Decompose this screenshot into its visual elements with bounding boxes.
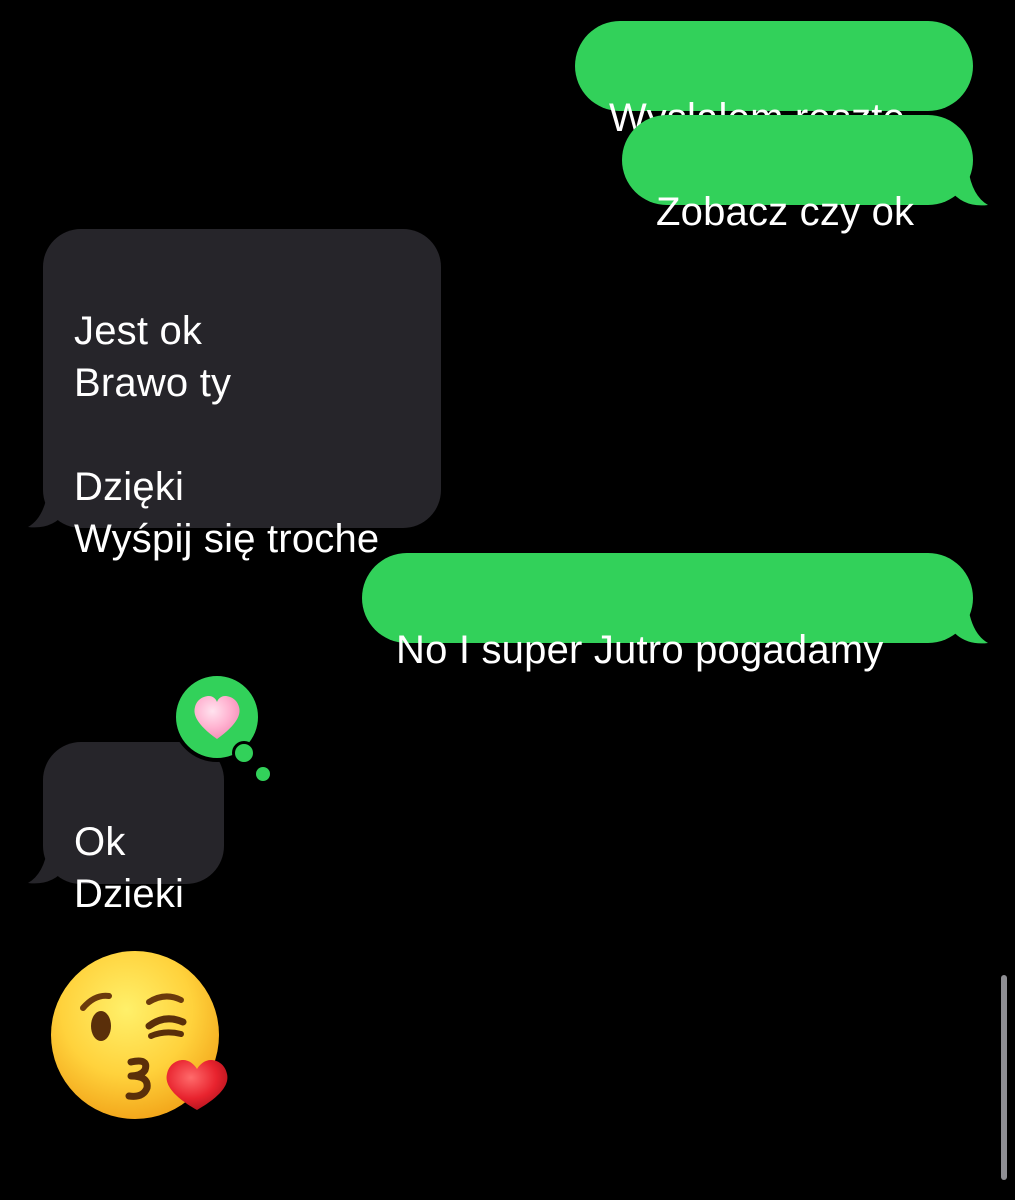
message-text: No I super Jutro pogadamy [396,628,884,672]
scroll-indicator[interactable] [1001,975,1007,1180]
message-text: Ok Dzieki [74,820,185,916]
received-bubble-tail [28,490,66,528]
reaction-tapback-dot [256,767,270,781]
sent-message-bubble[interactable]: Zobacz czy ok [622,115,973,234]
message-text: Jest ok Brawo ty Dzięki Wyśpij się troch… [74,309,380,561]
received-message-bubble[interactable]: Jest ok Brawo ty Dzięki Wyśpij się troch… [43,229,441,561]
reaction-tapback-dot [232,741,256,765]
received-bubble-tail [28,846,66,884]
kissing-face-with-heart-icon[interactable] [45,950,235,1120]
received-message-bubble[interactable]: Ok Dzieki [43,742,224,916]
sent-bubble-tail [950,606,988,644]
sent-message-bubble[interactable]: No I super Jutro pogadamy [362,553,973,672]
message-text: Zobacz czy ok [656,190,915,234]
sent-bubble-tail [950,168,988,206]
sent-message-bubble[interactable]: Wyslalem reszte [575,21,973,140]
